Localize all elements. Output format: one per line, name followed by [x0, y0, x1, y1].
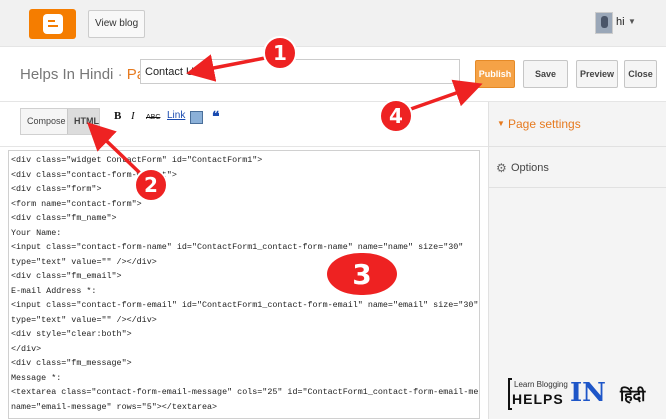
code-line: <div class="fm_email">: [11, 271, 122, 281]
code-line: <div class="widget ContactForm" id="Cont…: [11, 155, 263, 165]
annotation-marker-2: 2: [134, 168, 168, 202]
code-line: <form name="contact-form">: [11, 198, 142, 209]
code-line: Your Name:: [11, 227, 62, 238]
caret-down-icon: ▼: [497, 119, 505, 128]
watermark-in: IN: [570, 378, 606, 408]
save-button[interactable]: Save: [523, 60, 568, 88]
italic-button[interactable]: I: [131, 110, 135, 122]
page-settings-label: Page settings: [508, 117, 581, 131]
code-line: type="text" value="" /></div>: [11, 256, 157, 267]
code-line: <div class="fm_message">: [11, 358, 132, 368]
code-line: <input class="contact-form-name" id="Con…: [11, 242, 464, 252]
annotation-marker-3: 3: [325, 251, 399, 297]
code-line: </div>: [11, 343, 42, 354]
close-button[interactable]: Close: [624, 60, 657, 88]
link-button[interactable]: Link: [167, 110, 185, 121]
code-line: type="text" value="" /></div>: [11, 314, 157, 325]
tab-compose[interactable]: Compose: [21, 109, 67, 134]
top-bar: View blog hi ▼: [0, 0, 666, 47]
settings-sidebar: ▼ Page settings ⚙ Options: [488, 102, 666, 419]
tab-html[interactable]: HTML: [67, 109, 99, 134]
options-label: Options: [511, 162, 549, 174]
blog-name: Helps In Hindi: [20, 66, 114, 83]
annotation-marker-1: 1: [263, 36, 297, 70]
page-title-input[interactable]: [140, 59, 460, 84]
gear-icon: ⚙: [496, 161, 507, 175]
code-line: <input class="contact-form-email" id="Co…: [11, 300, 479, 310]
strikethrough-button[interactable]: ABC: [146, 114, 160, 121]
editor-header: Helps In Hindi · Page Publish Save Previ…: [0, 47, 666, 102]
quote-icon[interactable]: ❝: [212, 108, 220, 125]
insert-image-icon[interactable]: [190, 111, 203, 124]
code-line: Message *:: [11, 372, 62, 383]
watermark-helps: HELPS: [512, 391, 564, 407]
editor-toolbar: Compose HTML B I ABC Link ❝: [0, 102, 488, 147]
user-name[interactable]: hi: [616, 16, 625, 28]
code-line: <textarea class="contact-form-email-mess…: [11, 387, 480, 397]
chevron-down-icon[interactable]: ▼: [628, 17, 636, 26]
watermark-logo: Learn Blogging HELPS IN हिंदी: [508, 378, 658, 412]
code-line: <div class="contact-form-widget">: [11, 169, 177, 180]
code-line: <div class="form">: [11, 184, 102, 194]
code-line: <div style="clear:both">: [11, 329, 132, 339]
watermark-hindi: हिंदी: [620, 388, 646, 405]
annotation-marker-4: 4: [379, 99, 413, 133]
view-blog-button[interactable]: View blog: [88, 10, 146, 38]
bold-button[interactable]: B: [114, 110, 121, 122]
options-item[interactable]: ⚙ Options: [489, 148, 666, 188]
publish-button[interactable]: Publish: [475, 60, 515, 88]
avatar[interactable]: [595, 12, 613, 34]
editor-mode-switch: Compose HTML: [20, 108, 100, 135]
code-line: name="email-message" rows="5"></textarea…: [11, 401, 218, 412]
code-line: E-mail Address *:: [11, 285, 97, 296]
code-line: <div class="fm_name">: [11, 213, 117, 223]
title-separator: ·: [117, 66, 123, 83]
blogger-logo-icon[interactable]: [29, 9, 76, 39]
page-settings-header[interactable]: ▼ Page settings: [489, 102, 666, 147]
watermark-learn: Learn Blogging: [514, 380, 568, 389]
html-editor: <div class="widget ContactForm" id="Cont…: [0, 147, 488, 419]
preview-button[interactable]: Preview: [576, 60, 618, 88]
html-textarea[interactable]: <div class="widget ContactForm" id="Cont…: [8, 150, 480, 419]
